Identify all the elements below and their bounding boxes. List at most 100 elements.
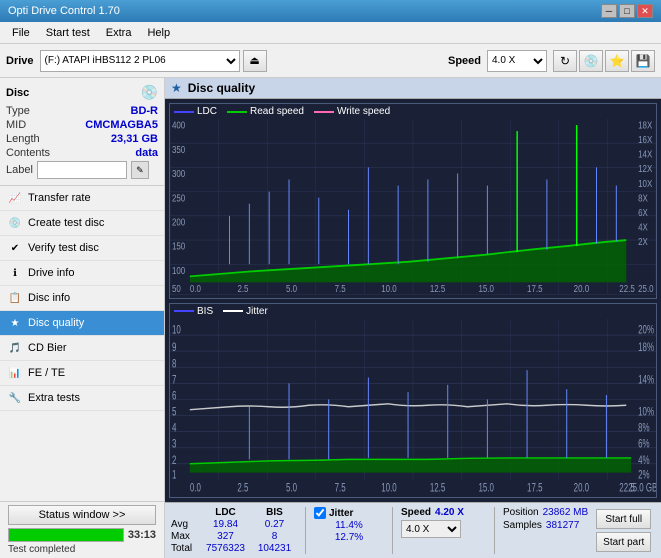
close-button[interactable]: ✕ (637, 4, 653, 18)
speed-select[interactable]: 4.0 X (401, 520, 461, 538)
speed-selector[interactable]: 4.0 X (487, 50, 547, 72)
samples-label: Samples (503, 520, 542, 531)
nav-create-test-disc-label: Create test disc (28, 217, 104, 229)
svg-text:400: 400 (172, 120, 185, 131)
svg-text:150: 150 (172, 241, 185, 252)
menu-help[interactable]: Help (139, 25, 178, 41)
status-window-button[interactable]: Status window >> (8, 505, 156, 525)
total-bis-val: 104231 (252, 543, 297, 554)
svg-text:6%: 6% (638, 438, 650, 451)
bottom-chart: BIS Jitter (169, 303, 657, 499)
cd-bier-icon: 🎵 (8, 341, 22, 355)
svg-text:8X: 8X (638, 193, 648, 204)
action-button1[interactable]: 💿 (579, 50, 603, 72)
main-area: Disc 💿 Type BD-R MID CMCMAGBA5 Length 23… (0, 78, 661, 558)
disc-length-label: Length (6, 133, 40, 145)
avg-bis-val: 0.27 (252, 519, 297, 530)
button-section: Start full Start part (596, 507, 651, 554)
bis-legend-color (174, 310, 194, 312)
read-speed-legend-color (227, 111, 247, 113)
drive-selector[interactable]: (F:) ATAPI iHBS112 2 PL06 (40, 50, 240, 72)
nav-fe-te[interactable]: 📊 FE / TE (0, 361, 164, 386)
action-button2[interactable]: ⭐ (605, 50, 629, 72)
svg-text:16X: 16X (638, 134, 652, 145)
nav-drive-info[interactable]: ℹ Drive info (0, 261, 164, 286)
svg-text:100: 100 (172, 265, 185, 276)
stats-panel: LDC BIS Avg 19.84 0.27 Max 327 8 Total 7… (165, 502, 661, 558)
svg-text:7.5: 7.5 (335, 482, 346, 494)
disc-contents-value: data (135, 147, 158, 159)
save-icon: 💾 (636, 54, 651, 68)
maximize-button[interactable]: □ (619, 4, 635, 18)
label-input-row: Label ✎ (6, 161, 158, 179)
nav-create-test-disc[interactable]: 💿 Create test disc (0, 211, 164, 236)
status-text: Test completed (8, 544, 156, 555)
jitter-checkbox[interactable] (314, 507, 326, 519)
total-ldc-val: 7576323 (203, 543, 248, 554)
app-title: Opti Drive Control 1.70 (8, 5, 120, 17)
charts-area: LDC Read speed Write speed (165, 99, 661, 502)
avg-jitter-val: 11.4% (314, 520, 384, 531)
save-button[interactable]: 💾 (631, 50, 655, 72)
svg-text:50: 50 (172, 283, 181, 294)
avg-speed-val: 4.20 X (435, 507, 464, 518)
menu-extra[interactable]: Extra (98, 25, 140, 41)
nav-drive-info-label: Drive info (28, 267, 74, 279)
ldc-bis-table: LDC BIS Avg 19.84 0.27 Max 327 8 Total 7… (171, 507, 297, 554)
bis-legend-label: BIS (197, 306, 213, 317)
svg-text:350: 350 (172, 144, 185, 155)
disc-type-row: Type BD-R (6, 105, 158, 117)
nav-transfer-rate[interactable]: 📈 Transfer rate (0, 186, 164, 211)
disc-info-panel: Disc 💿 Type BD-R MID CMCMAGBA5 Length 23… (0, 78, 164, 186)
disc-icon: 💿 (584, 54, 599, 68)
svg-text:20.0: 20.0 (574, 482, 590, 494)
svg-text:9: 9 (172, 341, 177, 354)
menu-start-test[interactable]: Start test (38, 25, 98, 41)
titlebar: Opti Drive Control 1.70 ─ □ ✕ (0, 0, 661, 22)
nav-cd-bier-label: CD Bier (28, 342, 67, 354)
svg-text:17.5: 17.5 (527, 283, 543, 294)
top-chart: LDC Read speed Write speed (169, 103, 657, 299)
drive-label: Drive (6, 55, 34, 67)
svg-text:5.0: 5.0 (286, 482, 297, 494)
svg-text:25.0 GB: 25.0 GB (638, 283, 656, 294)
disc-info-icon: 📋 (8, 291, 22, 305)
nav-extra-tests[interactable]: 🔧 Extra tests (0, 386, 164, 411)
jitter-legend-color (223, 310, 243, 312)
nav-disc-info[interactable]: 📋 Disc info (0, 286, 164, 311)
samples-val: 381277 (546, 520, 579, 531)
label-edit-button[interactable]: ✎ (131, 161, 149, 179)
progress-bar-background (8, 528, 124, 542)
start-part-button[interactable]: Start part (596, 532, 651, 552)
svg-text:8%: 8% (638, 422, 650, 435)
avg-ldc-val: 19.84 (203, 519, 248, 530)
star-icon: ⭐ (610, 54, 625, 68)
svg-text:10: 10 (172, 324, 181, 337)
transfer-rate-icon: 📈 (8, 191, 22, 205)
read-speed-legend-label: Read speed (250, 106, 304, 117)
start-full-button[interactable]: Start full (596, 509, 651, 529)
disc-panel-icon: 💿 (141, 84, 158, 101)
label-input[interactable] (37, 161, 127, 179)
stats-separator-3 (494, 507, 495, 554)
nav-cd-bier[interactable]: 🎵 CD Bier (0, 336, 164, 361)
nav-verify-test-disc[interactable]: ✔ Verify test disc (0, 236, 164, 261)
chart-title: Disc quality (188, 81, 255, 95)
speed-section-label: Speed (401, 507, 431, 518)
svg-text:2.5: 2.5 (237, 482, 248, 494)
svg-text:6X: 6X (638, 207, 648, 218)
svg-text:5: 5 (172, 406, 177, 419)
refresh-button[interactable]: ↻ (553, 50, 577, 72)
disc-mid-label: MID (6, 119, 26, 131)
bis-legend: BIS (174, 306, 213, 317)
eject-button[interactable]: ⏏ (243, 50, 267, 72)
nav-disc-quality[interactable]: ★ Disc quality (0, 311, 164, 336)
svg-text:10%: 10% (638, 406, 654, 419)
jitter-section: Jitter 11.4% 12.7% (314, 507, 384, 554)
svg-text:3: 3 (172, 438, 177, 451)
nav-menu: 📈 Transfer rate 💿 Create test disc ✔ Ver… (0, 186, 164, 501)
svg-text:10.0: 10.0 (381, 283, 397, 294)
nav-fe-te-label: FE / TE (28, 367, 65, 379)
menu-file[interactable]: File (4, 25, 38, 41)
minimize-button[interactable]: ─ (601, 4, 617, 18)
